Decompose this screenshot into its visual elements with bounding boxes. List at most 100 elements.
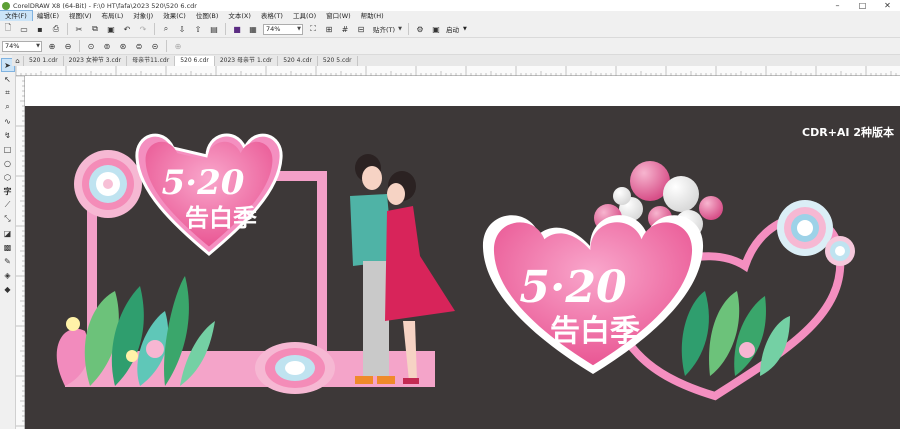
menu-edit[interactable]: 编辑(E) [32,11,64,21]
launch-icon[interactable]: ▣ [430,23,442,35]
chevron-down-icon: ▼ [297,26,301,32]
window-controls: – □ ✕ [825,0,900,11]
menu-effects[interactable]: 效果(C) [158,11,191,21]
eyedropper-tool-icon[interactable]: ✎ [2,255,14,267]
left-slogan-text: 告白季 [185,203,257,232]
zoom-page-height-icon[interactable]: ⊝ [149,40,161,52]
menu-layout[interactable]: 布局(L) [97,11,129,21]
toolbar-separator [79,40,80,52]
redo-icon[interactable]: ↷ [137,23,149,35]
menu-bitmaps[interactable]: 位图(B) [191,11,224,21]
title-bar: CorelDRAW X8 (64-Bit) - F:\0 HT\fafa\202… [0,0,900,11]
menu-file[interactable]: 文件(F) [0,10,33,22]
new-document-icon[interactable]: 🗋 [2,23,14,35]
right-slogan-number: 5·20 [519,262,627,313]
connector-tool-icon[interactable]: ⤡ [2,213,14,225]
toolbox: ➤ ↖ ⌗ ⌕ ∿ ↯ □ ○ ⬡ 字 ⟋ ⤡ ◪ ▩ ✎ ◈ ◆ [0,55,16,429]
right-heart: 5·20 告白季 [482,215,704,374]
snap-to-dropdown[interactable]: 贴齐(T) ▼ [371,24,403,35]
menu-window[interactable]: 窗口(W) [321,11,356,21]
toolbar-separator [166,40,167,52]
shape-tool-icon[interactable]: ↖ [2,73,14,85]
undo-icon[interactable]: ↶ [121,23,133,35]
zoom-level-combo[interactable]: 74% ▼ [263,23,303,35]
right-plants [681,291,790,376]
chevron-down-icon[interactable]: ▼ [463,26,467,32]
freehand-tool-icon[interactable]: ∿ [2,115,14,127]
zoom-page-icon[interactable]: ⊛ [117,40,129,52]
vertical-ruler-ticks [16,75,25,427]
open-icon[interactable]: ▭ [18,23,30,35]
version-label: CDR+AI 2种版本 [802,125,894,139]
cut-icon[interactable]: ✂ [73,23,85,35]
window-title: CorelDRAW X8 (64-Bit) - F:\0 HT\fafa\202… [13,1,197,10]
minimize-button[interactable]: – [825,0,850,11]
tab-document-active[interactable]: 520 6.cdr [175,56,215,66]
couple-illustration [350,154,455,384]
tab-document[interactable]: 2023 母亲节 1.cdr [214,56,279,66]
toolbar-separator [408,23,409,35]
zoom-selected-icon[interactable]: ⊙ [85,40,97,52]
menu-view[interactable]: 视图(V) [64,11,97,21]
copy-icon[interactable]: ⧉ [89,23,101,35]
paste-icon[interactable]: ▣ [105,23,117,35]
property-zoom-combo[interactable]: 74% ▼ [2,40,42,52]
launch-label[interactable]: 启动 [446,24,459,34]
property-zoom-value: 74% [5,42,20,50]
right-flower-small [825,236,855,266]
application-launcher-icon[interactable]: ▦ [247,23,259,35]
maximize-button[interactable]: □ [850,0,875,11]
property-bar: 74% ▼ ⊕ ⊖ ⊙ ⊚ ⊛ ⊜ ⊝ ⊕ [0,38,900,55]
drop-shadow-icon[interactable]: ◪ [2,227,14,239]
artboard-page[interactable]: 5·20 告白季 5·20 告白季 CDR+AI 2种版本 [25,106,900,429]
smart-fill-icon[interactable]: ◆ [2,283,14,295]
interactive-fill-icon[interactable]: ◈ [2,269,14,281]
rectangle-tool-icon[interactable]: □ [2,143,14,155]
zoom-all-objects-icon[interactable]: ⊚ [101,40,113,52]
menu-help[interactable]: 帮助(H) [356,11,389,21]
crop-tool-icon[interactable]: ⌗ [2,87,14,99]
vertical-ruler[interactable] [16,75,25,429]
menu-tools[interactable]: 工具(O) [288,11,321,21]
tab-document[interactable]: 520 4.cdr [278,56,318,66]
corel-connect-icon[interactable]: ■ [231,23,243,35]
tab-document[interactable]: 母亲节11.cdr [127,56,176,66]
print-icon[interactable]: ⎙ [50,23,62,35]
zoom-level-value: 74% [266,25,281,33]
zoom-in-icon[interactable]: ⊕ [46,40,58,52]
transparency-tool-icon[interactable]: ▩ [2,241,14,253]
search-content-icon[interactable]: ⌕ [160,23,172,35]
rulers-icon[interactable]: ⊞ [323,23,335,35]
menu-text[interactable]: 文本(X) [223,11,256,21]
right-flower-large [777,200,833,256]
full-screen-icon[interactable]: ⛶ [307,23,319,35]
artistic-media-icon[interactable]: ↯ [2,129,14,141]
zoom-out-icon[interactable]: ⊖ [62,40,74,52]
export-icon[interactable]: ⇧ [192,23,204,35]
publish-pdf-icon[interactable]: ▤ [208,23,220,35]
tab-document[interactable]: 2023 女神节 3.cdr [63,56,128,66]
polygon-tool-icon[interactable]: ⬡ [2,171,14,183]
ellipse-tool-icon[interactable]: ○ [2,157,14,169]
save-icon[interactable]: ▪ [34,23,46,35]
left-bottom-flower [255,342,335,394]
parallel-dimension-icon[interactable]: ⟋ [2,199,14,211]
grid-icon[interactable]: # [339,23,351,35]
coreldraw-icon [2,1,10,10]
add-icon[interactable]: ⊕ [172,40,184,52]
menu-object[interactable]: 对象(J) [128,11,158,21]
zoom-page-width-icon[interactable]: ⊜ [133,40,145,52]
options-gear-icon[interactable]: ⚙ [414,23,426,35]
close-button[interactable]: ✕ [875,0,900,11]
menu-table[interactable]: 表格(T) [256,11,288,21]
zoom-tool-icon[interactable]: ⌕ [2,101,14,113]
horizontal-ruler[interactable] [15,66,900,76]
tab-document[interactable]: 520 1.cdr [24,56,64,66]
tab-document[interactable]: 520 5.cdr [317,56,358,66]
import-icon[interactable]: ⇩ [176,23,188,35]
guidelines-icon[interactable]: ⊟ [355,23,367,35]
home-icon[interactable]: ⌂ [12,56,24,66]
text-tool-icon[interactable]: 字 [2,185,14,197]
document-tabs: ⌂ 520 1.cdr 2023 女神节 3.cdr 母亲节11.cdr 520… [12,55,900,66]
menu-bar: 文件(F) 编辑(E) 视图(V) 布局(L) 对象(J) 效果(C) 位图(B… [0,10,900,22]
